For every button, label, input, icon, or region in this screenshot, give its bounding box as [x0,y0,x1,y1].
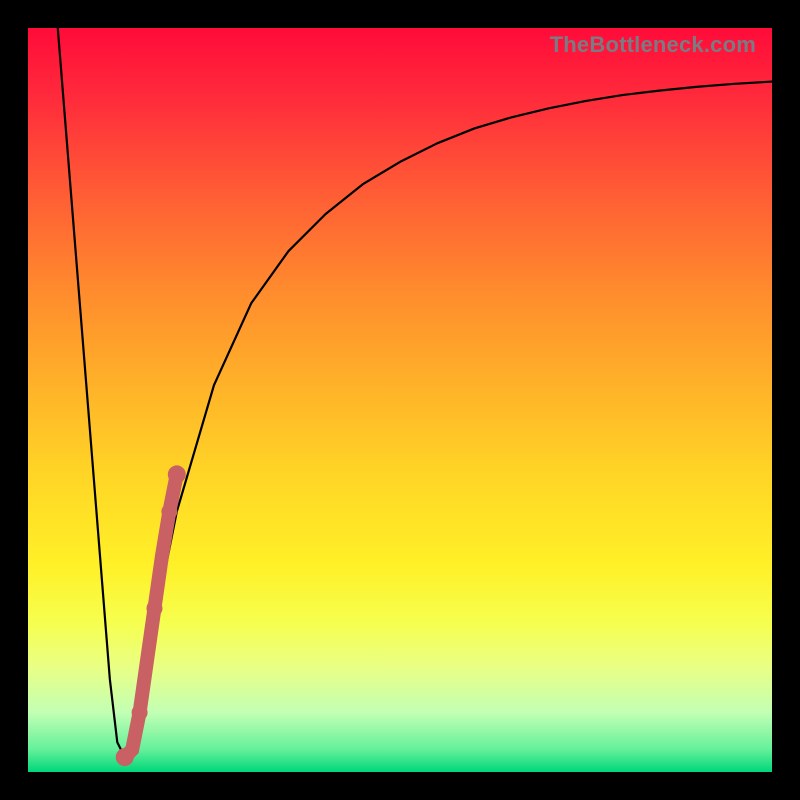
highlight-dot-3 [146,600,162,616]
chart-frame: TheBottleneck.com [0,0,800,800]
highlight-dot-end [168,465,186,483]
bottleneck-curve [58,28,772,757]
highlight-dot-4 [161,504,177,520]
highlight-dot-2 [132,704,148,720]
chart-svg [28,28,772,772]
highlight-dot-start [116,748,134,766]
plot-area: TheBottleneck.com [28,28,772,772]
